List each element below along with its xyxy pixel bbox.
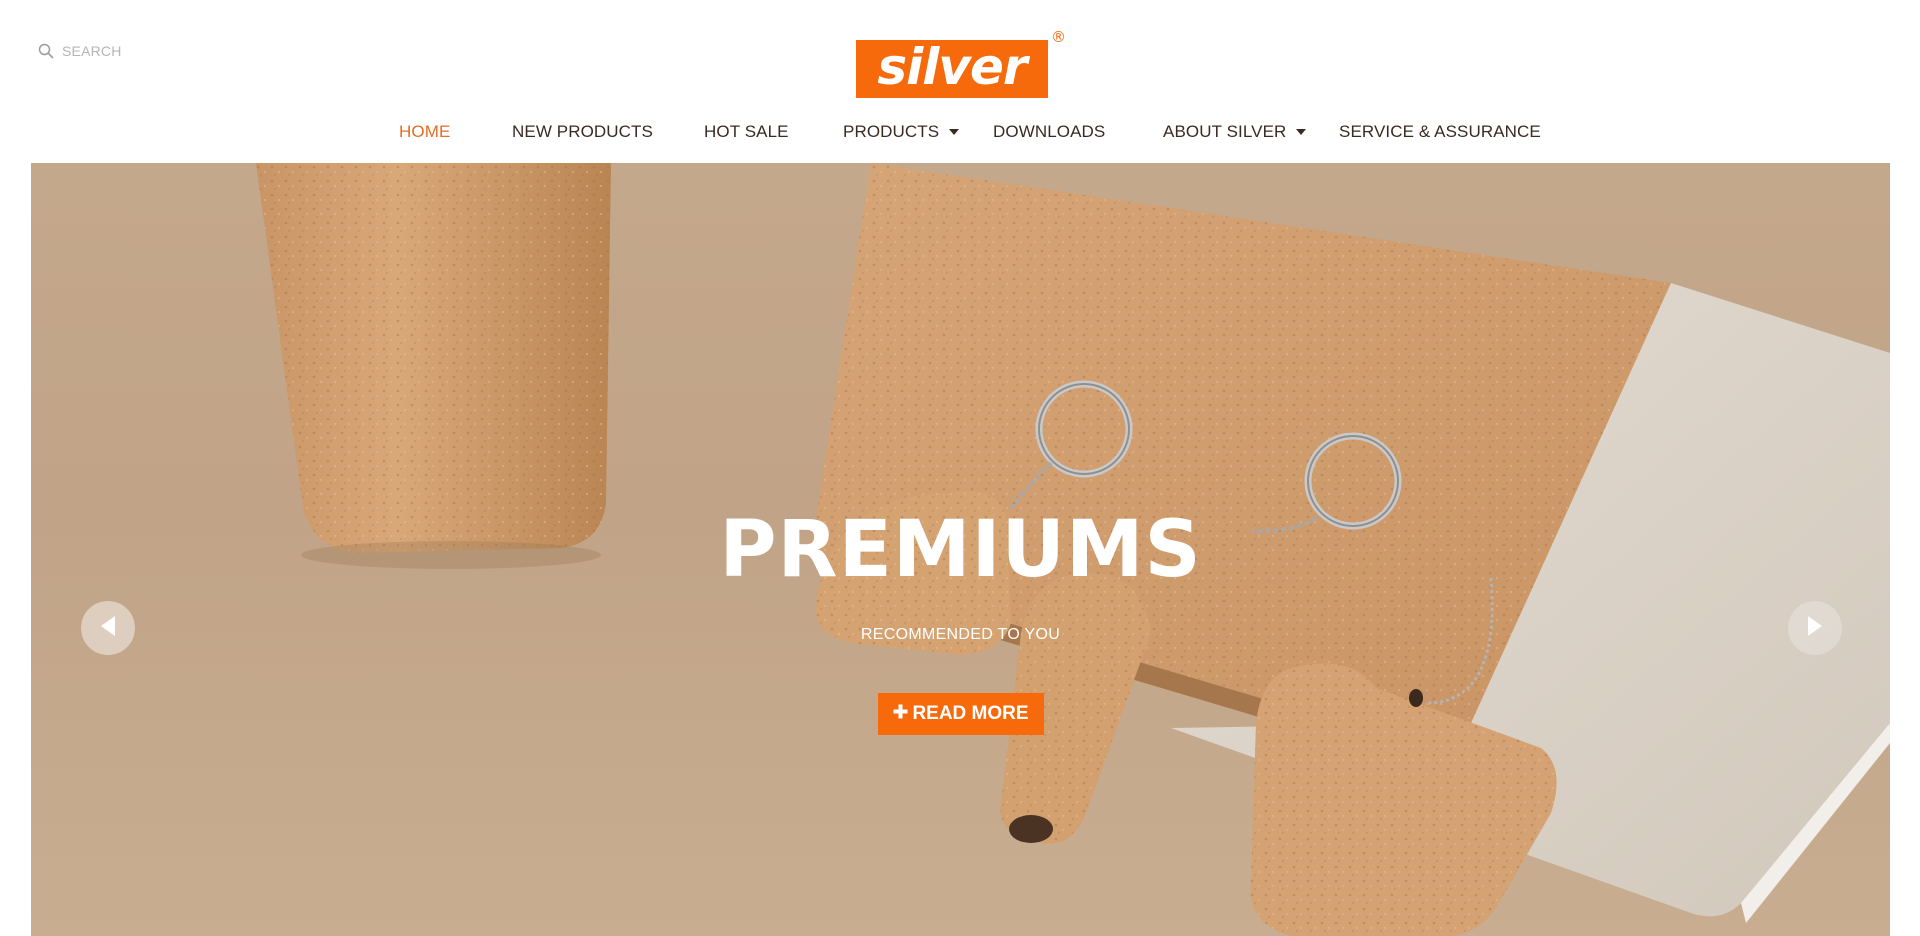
caret-down-icon [949,129,960,135]
nav-label: DOWNLOADS [993,122,1106,141]
search-input[interactable]: SEARCH [62,43,122,59]
hero-banner: PREMIUMS RECOMMENDED TO YOU READ MORE [31,163,1890,936]
nav-item-about-silver[interactable]: ABOUT SILVER [1163,122,1307,142]
carousel-prev-button[interactable] [81,601,135,655]
hero-title: PREMIUMS [719,505,1202,595]
nav-label: HOT SALE [704,122,789,141]
nav-item-hot-sale[interactable]: HOT SALE [704,122,789,142]
nav-item-home[interactable]: HOME [399,122,450,142]
carousel-next-button[interactable] [1788,601,1842,655]
search-icon [38,43,54,59]
arrow-right-icon [1806,615,1824,642]
logo[interactable]: silver ® [856,28,1066,100]
search-box[interactable]: SEARCH [38,43,122,59]
nav-label: PRODUCTS [843,122,940,141]
registered-mark: ® [1051,28,1066,46]
main-nav: HOME NEW PRODUCTS HOT SALE PRODUCTS DOWN… [0,122,1920,146]
read-more-button[interactable]: READ MORE [878,693,1044,735]
nav-item-downloads[interactable]: DOWNLOADS [993,122,1105,142]
logo-text: silver [877,38,1027,96]
logo-box: silver [856,40,1048,98]
nav-label: NEW PRODUCTS [512,122,653,141]
nav-label: HOME [399,122,451,141]
nav-item-service-assurance[interactable]: SERVICE & ASSURANCE [1339,122,1541,142]
nav-item-products[interactable]: PRODUCTS [843,122,960,142]
nav-label: ABOUT SILVER [1163,122,1287,141]
nav-label: SERVICE & ASSURANCE [1339,122,1541,141]
nav-item-new-products[interactable]: NEW PRODUCTS [512,122,653,142]
arrow-left-icon [99,615,117,642]
hero-subtitle: RECOMMENDED TO YOU [860,626,1061,643]
caret-down-icon [1296,129,1307,135]
plus-icon [893,703,908,725]
read-more-label: READ MORE [912,703,1029,724]
